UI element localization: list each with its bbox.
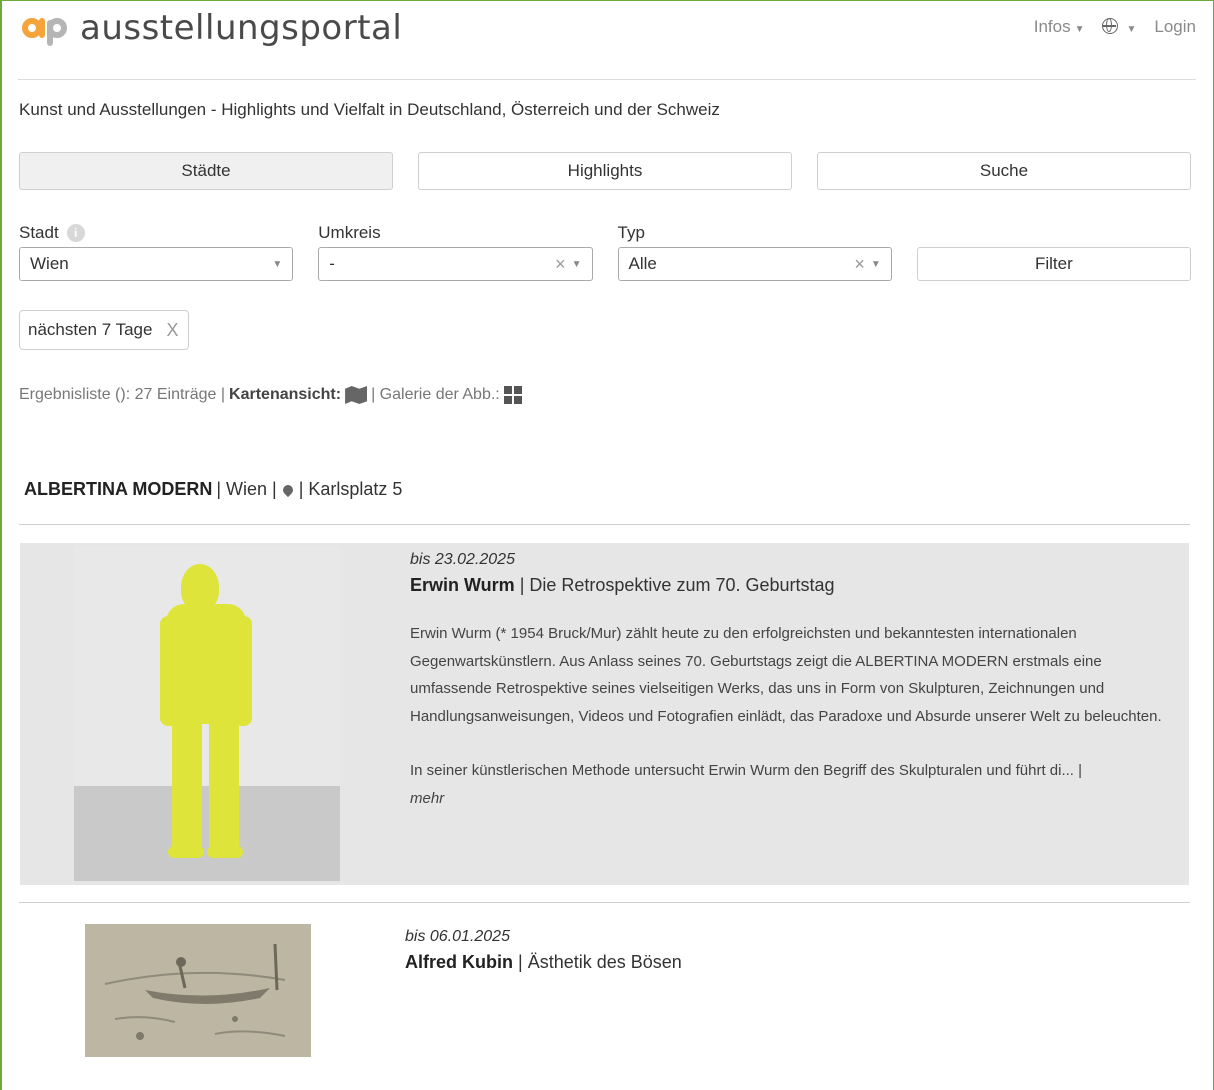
more-link[interactable]: mehr: [410, 790, 444, 807]
exhibition-date: bis 06.01.2025: [405, 928, 510, 945]
clear-icon[interactable]: ×: [854, 254, 865, 275]
language-menu[interactable]: ▼: [1102, 17, 1136, 37]
exhibition-artist: Alfred Kubin: [405, 952, 513, 972]
tagline: Kunst und Ausstellungen - Highlights und…: [19, 100, 720, 119]
chevron-down-icon: ▼: [571, 258, 582, 270]
infos-menu[interactable]: Infos ▼: [1034, 17, 1085, 37]
exhibition-subtitle: | Die Retrospektive zum 70. Geburtstag: [519, 575, 835, 595]
login-link[interactable]: Login: [1154, 17, 1196, 37]
date-filter-chip: nächsten 7 Tage X: [19, 310, 190, 350]
exhibition-date: bis 23.02.2025: [410, 551, 515, 568]
globe-icon: [1102, 18, 1119, 34]
top-bar: ausstellungsportal Infos ▼ ▼ Login: [18, 0, 1196, 80]
main-tabs: Städte Highlights Suche: [19, 152, 1191, 190]
typ-label: Typ: [617, 223, 645, 242]
divider: [19, 902, 1190, 903]
exhibition-card: bis 06.01.2025 Alfred Kubin | Ästhetik d…: [20, 920, 1189, 1080]
typ-value: Alle: [628, 254, 657, 273]
exhibition-text: bis 23.02.2025 Erwin Wurm | Die Retrospe…: [410, 551, 1185, 812]
caret-down-icon: ▼: [1074, 24, 1085, 35]
description-excerpt: In seiner künstlerischen Methode untersu…: [410, 762, 1083, 779]
stadt-value: Wien: [30, 254, 69, 273]
exhibition-title[interactable]: Alfred Kubin | Ästhetik des Bösen: [405, 952, 682, 973]
logo-text: ausstellungsportal: [80, 8, 403, 48]
map-pin-icon[interactable]: [280, 482, 295, 497]
results-count: Ergebnisliste (): 27 Einträge |: [19, 386, 226, 403]
chevron-down-icon: ▼: [272, 258, 283, 270]
venue-name[interactable]: ALBERTINA MODERN: [24, 479, 212, 500]
venue-city: | Wien |: [216, 479, 277, 499]
gallery-label: | Galerie der Abb.:: [371, 386, 500, 403]
description-paragraph: In seiner künstlerischen Methode untersu…: [410, 757, 1185, 812]
exhibition-subtitle: | Ästhetik des Bösen: [518, 952, 682, 972]
umkreis-select[interactable]: - × ▼: [318, 247, 593, 281]
exhibition-card: bis 23.02.2025 Erwin Wurm | Die Retrospe…: [20, 543, 1189, 885]
typ-select[interactable]: Alle × ▼: [617, 247, 892, 281]
stadt-filter: Stadt i Wien ▼: [19, 222, 294, 281]
exhibition-text: bis 06.01.2025 Alfred Kubin | Ästhetik d…: [405, 928, 682, 973]
filter-bar: Stadt i Wien ▼ Umkreis - × ▼ Typ Alle × ▼…: [19, 222, 1191, 281]
umkreis-label: Umkreis: [318, 223, 381, 242]
chip-label: nächsten 7 Tage: [28, 320, 153, 339]
map-view-label: Kartenansicht:: [229, 386, 342, 403]
filter-button[interactable]: Filter: [916, 247, 1191, 281]
exhibition-description: Erwin Wurm (* 1954 Bruck/Mur) zählt heut…: [410, 620, 1185, 812]
results-summary: Ergebnisliste (): 27 Einträge | Kartenan…: [19, 386, 522, 404]
exhibition-artist: Erwin Wurm: [410, 575, 515, 595]
exhibition-image[interactable]: [74, 546, 340, 881]
logo-mark-icon: [22, 10, 74, 50]
stadt-label: Stadt: [19, 223, 59, 242]
tab-staedte[interactable]: Städte: [19, 152, 393, 190]
filter-button-group: Filter: [916, 222, 1191, 281]
typ-filter: Typ Alle × ▼: [617, 222, 892, 281]
drawing-image: [85, 924, 311, 1057]
description-paragraph: Erwin Wurm (* 1954 Bruck/Mur) zählt heut…: [410, 625, 1162, 725]
exhibition-title[interactable]: Erwin Wurm | Die Retrospektive zum 70. G…: [410, 575, 1185, 596]
divider: [19, 524, 1190, 525]
venue-header: ALBERTINA MODERN | Wien | | Karlsplatz 5: [24, 479, 402, 500]
map-icon[interactable]: [345, 386, 368, 404]
logo[interactable]: ausstellungsportal: [22, 8, 403, 50]
umkreis-filter: Umkreis - × ▼: [318, 222, 593, 281]
venue-address: | Karlsplatz 5: [298, 479, 403, 499]
stadt-select[interactable]: Wien ▼: [19, 247, 294, 281]
tab-highlights[interactable]: Highlights: [418, 152, 792, 190]
tab-suche[interactable]: Suche: [817, 152, 1191, 190]
chip-close-icon[interactable]: X: [166, 320, 178, 341]
infos-label: Infos: [1033, 17, 1071, 36]
exhibition-image[interactable]: [85, 924, 311, 1057]
gallery-icon[interactable]: [503, 386, 522, 404]
chevron-down-icon: ▼: [870, 258, 881, 270]
clear-icon[interactable]: ×: [555, 254, 566, 275]
top-nav: Infos ▼ ▼ Login: [1034, 17, 1196, 37]
caret-down-icon: ▼: [1126, 24, 1137, 35]
info-icon[interactable]: i: [66, 224, 85, 242]
umkreis-value: -: [329, 254, 335, 273]
